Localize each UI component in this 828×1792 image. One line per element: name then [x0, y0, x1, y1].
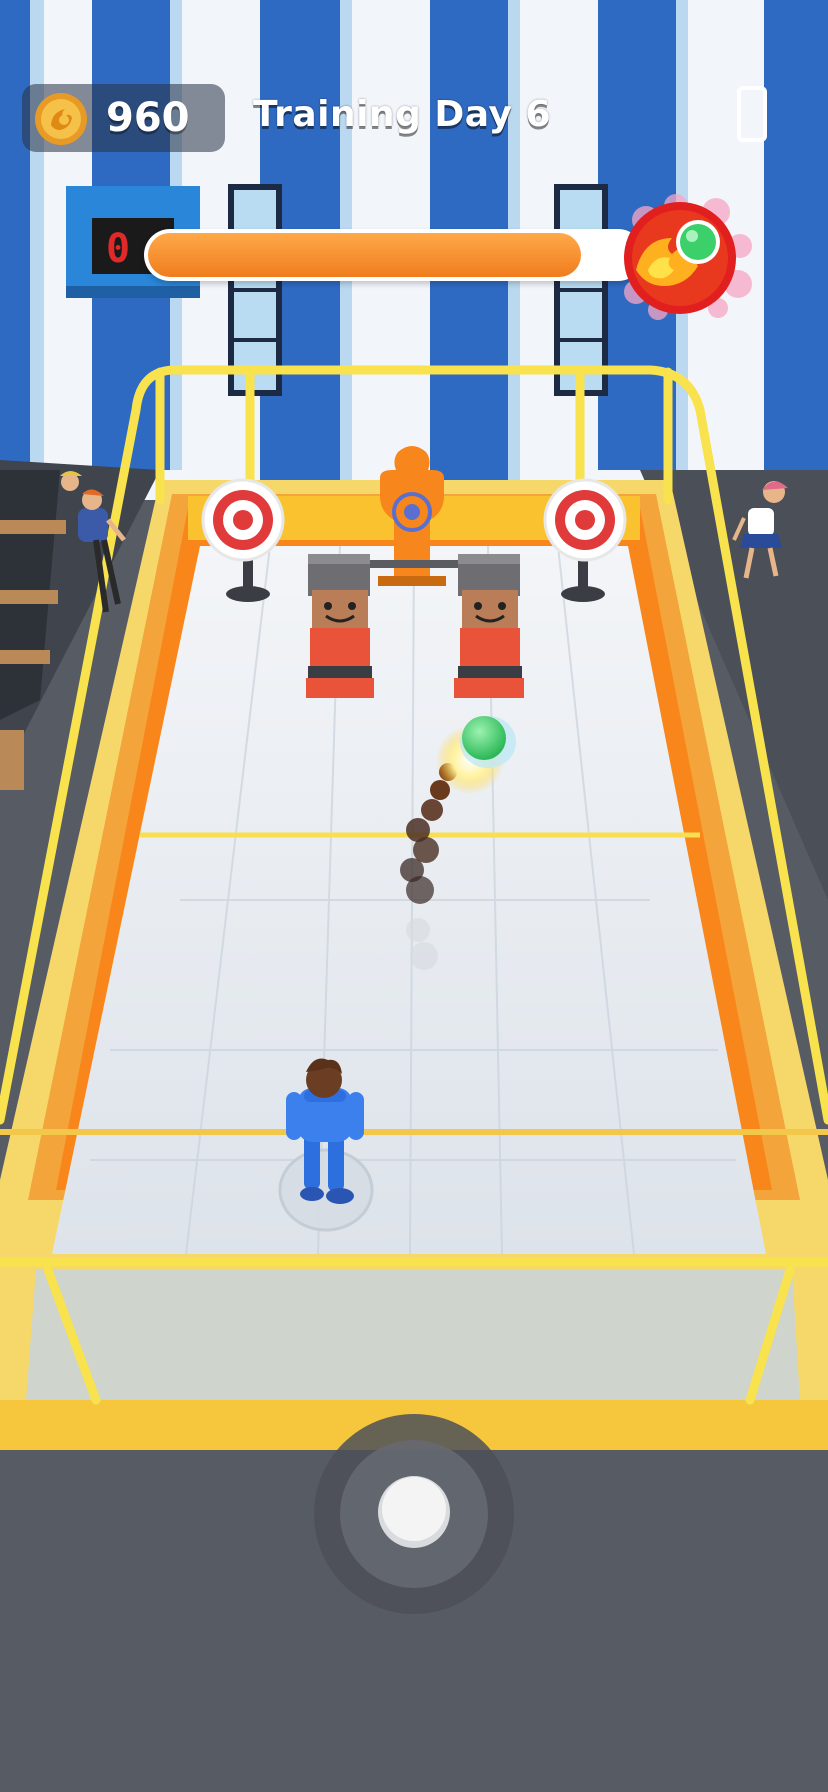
scoreboard-digits: 0: [106, 226, 130, 272]
joystick[interactable]: [312, 1412, 516, 1616]
wall-window-right: [554, 184, 608, 396]
wall-window-left: [228, 184, 282, 396]
coin-counter: 960: [22, 84, 225, 152]
coin-icon: [35, 93, 87, 145]
dummy-left: [306, 554, 374, 698]
level-title: Training Day 6: [252, 94, 551, 135]
phone-icon[interactable]: [737, 86, 767, 142]
training-progress-fill: [148, 233, 581, 277]
coin-count: 960: [106, 95, 190, 141]
fireball-icon: [624, 194, 752, 320]
dodgeball: [460, 716, 516, 768]
training-progress-bar: [144, 229, 644, 281]
front-glass: [26, 1270, 800, 1400]
